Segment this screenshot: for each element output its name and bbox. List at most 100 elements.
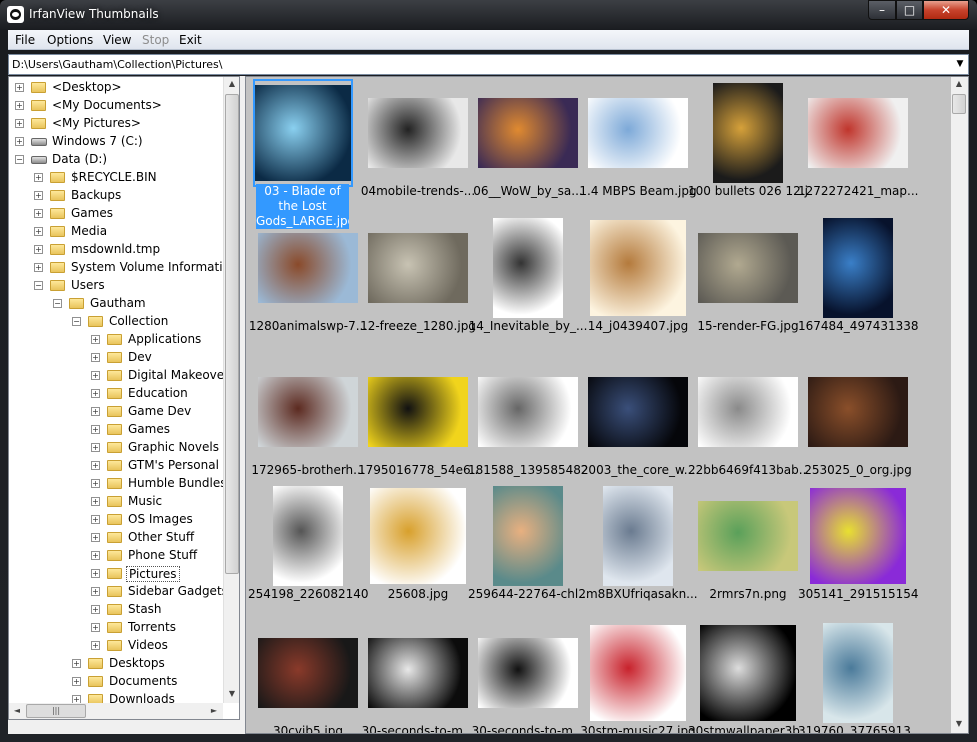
thumbnail-item[interactable]: 1795016778_54e6... <box>358 358 478 493</box>
expand-toggle-icon[interactable]: + <box>91 353 100 362</box>
menu-exit[interactable]: Exit <box>179 33 202 47</box>
expand-toggle-icon[interactable]: + <box>15 137 24 146</box>
expand-toggle-icon[interactable]: + <box>91 533 100 542</box>
thumbnail-item[interactable]: 2003_the_core_w... <box>578 358 695 493</box>
expand-toggle-icon[interactable]: + <box>91 443 100 452</box>
expand-toggle-icon[interactable]: + <box>91 569 100 578</box>
expand-toggle-icon[interactable]: + <box>72 677 81 686</box>
thumbnail-item[interactable]: 12-freeze_1280.jpg <box>358 214 476 349</box>
tree-node[interactable]: + Humble Bundles <box>9 475 227 493</box>
thumbnail-item[interactable]: 2m8BXUfriqasakn... <box>578 482 698 617</box>
tree-node[interactable]: + <My Pictures> <box>9 115 223 133</box>
tree-node[interactable]: − Gautham <box>9 295 223 313</box>
tree-node[interactable]: + Graphic Novels ar <box>9 439 235 457</box>
expand-toggle-icon[interactable]: + <box>34 191 43 200</box>
thumbnail-item[interactable]: 22bb6469f413bab... <box>688 358 808 493</box>
thumb-scroll-thumb[interactable] <box>952 94 966 114</box>
expand-toggle-icon[interactable]: + <box>91 425 100 434</box>
expand-toggle-icon[interactable]: + <box>91 461 100 470</box>
expand-toggle-icon[interactable]: + <box>91 389 100 398</box>
thumbnail-item[interactable]: 305141_291515154... <box>798 482 918 617</box>
tree-node[interactable]: + msdownld.tmp <box>9 241 223 259</box>
thumbnail-item[interactable]: 319760_37765913... <box>798 619 918 733</box>
collapse-toggle-icon[interactable]: − <box>53 299 62 308</box>
thumbnail-item[interactable]: 30cvjb5.jpg <box>248 619 358 733</box>
tree-scroll-up[interactable]: ▲ <box>224 79 239 88</box>
tree-node[interactable]: − Collection <box>9 313 223 331</box>
tree-node[interactable]: + $RECYCLE.BIN <box>9 169 223 187</box>
thumb-scroll-down[interactable]: ▼ <box>951 719 967 728</box>
menu-stop[interactable]: Stop <box>142 33 169 47</box>
thumbnail-item[interactable]: 14_Inevitable_by_... <box>468 214 587 349</box>
tree-scroll-right[interactable]: ► <box>206 706 222 715</box>
expand-toggle-icon[interactable]: + <box>72 659 81 668</box>
thumbnail-item[interactable]: 1280animalswp-7... <box>248 214 367 349</box>
expand-toggle-icon[interactable]: + <box>15 119 24 128</box>
expand-toggle-icon[interactable]: + <box>34 245 43 254</box>
expand-toggle-icon[interactable]: + <box>15 101 24 110</box>
expand-toggle-icon[interactable]: + <box>91 497 100 506</box>
thumbnail-item[interactable]: 03 - Blade of the Lost Gods_LARGE.jpg <box>248 79 358 229</box>
thumb-scroll-up[interactable]: ▲ <box>951 79 967 88</box>
thumbnail-item[interactable]: 15-render-FG.jpg <box>688 214 799 349</box>
thumbnail-item[interactable]: 253025_0_org.jpg <box>798 358 912 493</box>
thumbnail-item[interactable]: 1.4 MBPS Beam.jpg <box>578 79 697 214</box>
tree-node[interactable]: + Desktops <box>9 655 223 673</box>
thumbnail-item[interactable]: 181588_139585482... <box>468 358 588 493</box>
thumbnail-item[interactable]: 30stm-music27.jpg <box>578 619 696 733</box>
expand-toggle-icon[interactable]: + <box>91 623 100 632</box>
tree-node[interactable]: + Games <box>9 421 223 439</box>
expand-toggle-icon[interactable]: + <box>91 335 100 344</box>
tree-scroll-down[interactable]: ▼ <box>224 689 239 698</box>
tree-node[interactable]: + <My Documents> <box>9 97 223 115</box>
path-combobox[interactable]: D:\Users\Gautham\Collection\Pictures\ ▼ <box>8 54 969 75</box>
tree-vertical-scrollbar[interactable]: ▲ ▼ <box>223 77 239 703</box>
thumbnail-item[interactable]: 30-seconds-to-m... <box>468 619 584 733</box>
expand-toggle-icon[interactable]: + <box>91 641 100 650</box>
tree-node[interactable]: + Sidebar Gadgets <box>9 583 228 601</box>
tree-node[interactable]: + Game Dev <box>9 403 223 421</box>
tree-scroll-thumb[interactable] <box>225 94 239 574</box>
minimize-button[interactable]: – <box>868 0 896 20</box>
thumbnail-item[interactable]: 167484_497431338... <box>798 214 918 349</box>
tree-node[interactable]: + Phone Stuff <box>9 547 223 565</box>
thumbnail-item[interactable]: 172965-brotherh... <box>248 358 365 493</box>
expand-toggle-icon[interactable]: + <box>91 605 100 614</box>
expand-toggle-icon[interactable]: + <box>34 173 43 182</box>
tree-horizontal-scrollbar[interactable]: ◄ ||| ► <box>9 703 223 719</box>
thumbnail-item[interactable]: 259644-22764-chl... <box>468 482 588 617</box>
tree-node[interactable]: + Other Stuff <box>9 529 223 547</box>
thumbnail-item[interactable]: 04mobile-trends-... <box>358 79 475 214</box>
expand-toggle-icon[interactable]: + <box>91 407 100 416</box>
collapse-toggle-icon[interactable]: − <box>34 281 43 290</box>
tree-node[interactable]: + Music <box>9 493 223 511</box>
expand-toggle-icon[interactable]: + <box>91 479 100 488</box>
thumbnail-item[interactable]: 30stmwallpaper3b... <box>688 619 808 733</box>
collapse-toggle-icon[interactable]: − <box>72 317 81 326</box>
tree-node[interactable]: + Documents <box>9 673 223 691</box>
tree-node[interactable]: + <Desktop> <box>9 79 223 97</box>
tree-node[interactable]: + System Volume Information <box>9 259 237 277</box>
thumbnail-item[interactable]: 1272272421_map... <box>798 79 918 214</box>
expand-toggle-icon[interactable]: + <box>34 227 43 236</box>
tree-hscroll-thumb[interactable]: ||| <box>26 704 86 718</box>
tree-node[interactable]: + Dev <box>9 349 223 367</box>
tree-node[interactable]: + Media <box>9 223 223 241</box>
expand-toggle-icon[interactable]: + <box>34 263 43 272</box>
thumbnail-item[interactable]: 25608.jpg <box>358 482 468 617</box>
thumbnail-item[interactable]: 2rmrs7n.png <box>688 482 798 617</box>
thumbnail-vertical-scrollbar[interactable]: ▲ ▼ <box>951 77 968 733</box>
collapse-toggle-icon[interactable]: − <box>15 155 24 164</box>
menu-options[interactable]: Options <box>47 33 93 47</box>
expand-toggle-icon[interactable]: + <box>91 371 100 380</box>
tree-node[interactable]: + OS Images <box>9 511 223 529</box>
tree-node[interactable]: − Data (D:) <box>9 151 223 169</box>
thumbnail-item[interactable]: 30-seconds-to-m... <box>358 619 474 733</box>
tree-node[interactable]: − Users <box>9 277 223 295</box>
tree-node[interactable]: + Videos <box>9 637 223 655</box>
tree-node[interactable]: + GTM's Personal M <box>9 457 233 475</box>
expand-toggle-icon[interactable]: + <box>91 551 100 560</box>
thumbnail-item[interactable]: 06__WoW_by_sa... <box>468 79 583 214</box>
tree-node[interactable]: + Stash <box>9 601 223 619</box>
thumbnail-item[interactable]: 254198_226082140... <box>248 482 368 617</box>
